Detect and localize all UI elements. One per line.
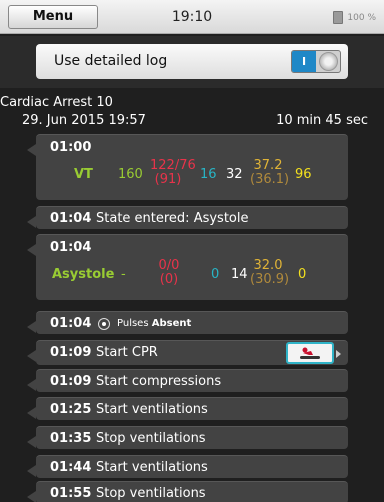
toggle-on-indicator: I bbox=[292, 51, 316, 72]
entry-time: 01:09 bbox=[50, 345, 92, 360]
etco2-value: 0 bbox=[298, 267, 307, 282]
status-bar: Menu 19:10 100 % bbox=[0, 0, 384, 34]
detailed-log-toggle[interactable]: I bbox=[291, 50, 341, 73]
case-duration: 10 min 45 sec bbox=[276, 113, 368, 128]
entry-text: Start compressions bbox=[96, 374, 222, 389]
resp-rate-value: 32 bbox=[226, 167, 243, 182]
entry-time: 01:04 bbox=[50, 316, 92, 331]
log-entry[interactable]: 01:25 Start ventilations bbox=[27, 397, 348, 420]
battery-icon bbox=[333, 11, 344, 24]
log-entry-vitals[interactable]: 01:04 Asystole - 0/0 (0) 0 14 32.0 (30.9… bbox=[27, 234, 348, 300]
pulses-text: Pulses Absent bbox=[117, 318, 191, 329]
heart-rate-value: - bbox=[121, 267, 126, 282]
log-toggle-bar: Use detailed log I bbox=[0, 36, 384, 88]
entry-time: 01:04 bbox=[50, 240, 92, 255]
rhythm-value: VT bbox=[74, 167, 93, 182]
log-entry[interactable]: 01:09 Start compressions bbox=[27, 369, 348, 392]
vitals-row: Asystole - 0/0 (0) 0 14 32.0 (30.9) 0 bbox=[36, 257, 348, 297]
heart-rate-value: 160 bbox=[118, 167, 143, 182]
temperature-secondary: (30.9) bbox=[250, 272, 290, 287]
spo2-value: 0 bbox=[211, 267, 220, 282]
case-title: Cardiac Arrest 10 bbox=[0, 95, 113, 110]
temperature-value: 37.2 (36.1) bbox=[250, 158, 290, 187]
clock: 19:10 bbox=[171, 9, 213, 25]
entry-text: Stop ventilations bbox=[96, 431, 206, 446]
entry-time: 01:35 bbox=[50, 431, 92, 446]
entry-time: 01:09 bbox=[50, 374, 92, 389]
entry-text: Stop ventilations bbox=[96, 486, 206, 501]
entry-text: Start ventilations bbox=[96, 460, 208, 475]
temperature-primary: 32.0 bbox=[253, 258, 283, 273]
entry-text: Start ventilations bbox=[96, 402, 208, 417]
blood-pressure-value: 0/0 (0) bbox=[154, 259, 184, 287]
log-entry[interactable]: 01:44 Start ventilations bbox=[27, 455, 348, 478]
pulses-label: Pulses bbox=[117, 318, 149, 329]
temperature-primary: 37.2 bbox=[253, 158, 283, 173]
entry-time: 01:44 bbox=[50, 460, 92, 475]
entry-text: Start CPR bbox=[96, 345, 158, 360]
log-entry[interactable]: 01:55 Stop ventilations bbox=[27, 481, 348, 502]
log-entry-pulses[interactable]: 01:04 Pulses Absent bbox=[27, 311, 348, 334]
chevron-right-icon bbox=[336, 350, 341, 358]
temperature-value: 32.0 (30.9) bbox=[250, 258, 290, 287]
blood-pressure-value: 122/76 (91) bbox=[150, 158, 196, 187]
entry-time: 01:00 bbox=[50, 140, 92, 155]
bp-systolic-diastolic: 0/0 bbox=[158, 258, 180, 273]
etco2-value: 96 bbox=[295, 167, 312, 182]
temperature-secondary: (36.1) bbox=[250, 172, 290, 187]
entry-time: 01:55 bbox=[50, 486, 92, 501]
cpr-icon bbox=[300, 347, 320, 359]
rhythm-value: Asystole bbox=[52, 267, 115, 282]
entry-time: 01:04 bbox=[50, 211, 92, 226]
case-date: 29. Jun 2015 19:57 bbox=[22, 113, 146, 128]
battery-indicator: 100 % bbox=[333, 11, 376, 24]
spo2-value: 16 bbox=[200, 167, 217, 182]
log-entry-cpr[interactable]: 01:09 Start CPR bbox=[27, 340, 348, 365]
log-entry-vitals[interactable]: 01:00 VT 160 122/76 (91) 16 32 37.2 (36.… bbox=[27, 134, 348, 200]
detailed-log-label: Use detailed log bbox=[54, 53, 168, 69]
battery-level: 100 % bbox=[347, 12, 376, 23]
bp-systolic-diastolic: 122/76 bbox=[150, 158, 196, 173]
toggle-knob-icon bbox=[319, 52, 338, 71]
bp-mean: (0) bbox=[159, 272, 179, 287]
resp-rate-value: 14 bbox=[231, 267, 248, 282]
entry-time: 01:25 bbox=[50, 402, 92, 417]
log-entry-state[interactable]: 01:04 State entered: Asystole bbox=[27, 206, 348, 229]
entry-text: State entered: Asystole bbox=[96, 211, 249, 226]
log-entry[interactable]: 01:35 Stop ventilations bbox=[27, 426, 348, 449]
cpr-detail-button[interactable] bbox=[286, 342, 341, 364]
pulses-state: Absent bbox=[151, 318, 192, 329]
bp-mean: (91) bbox=[154, 172, 182, 187]
vitals-row: VT 160 122/76 (91) 16 32 37.2 (36.1) 96 bbox=[36, 157, 348, 197]
detailed-log-row[interactable]: Use detailed log I bbox=[36, 44, 348, 79]
radio-icon bbox=[98, 318, 110, 330]
